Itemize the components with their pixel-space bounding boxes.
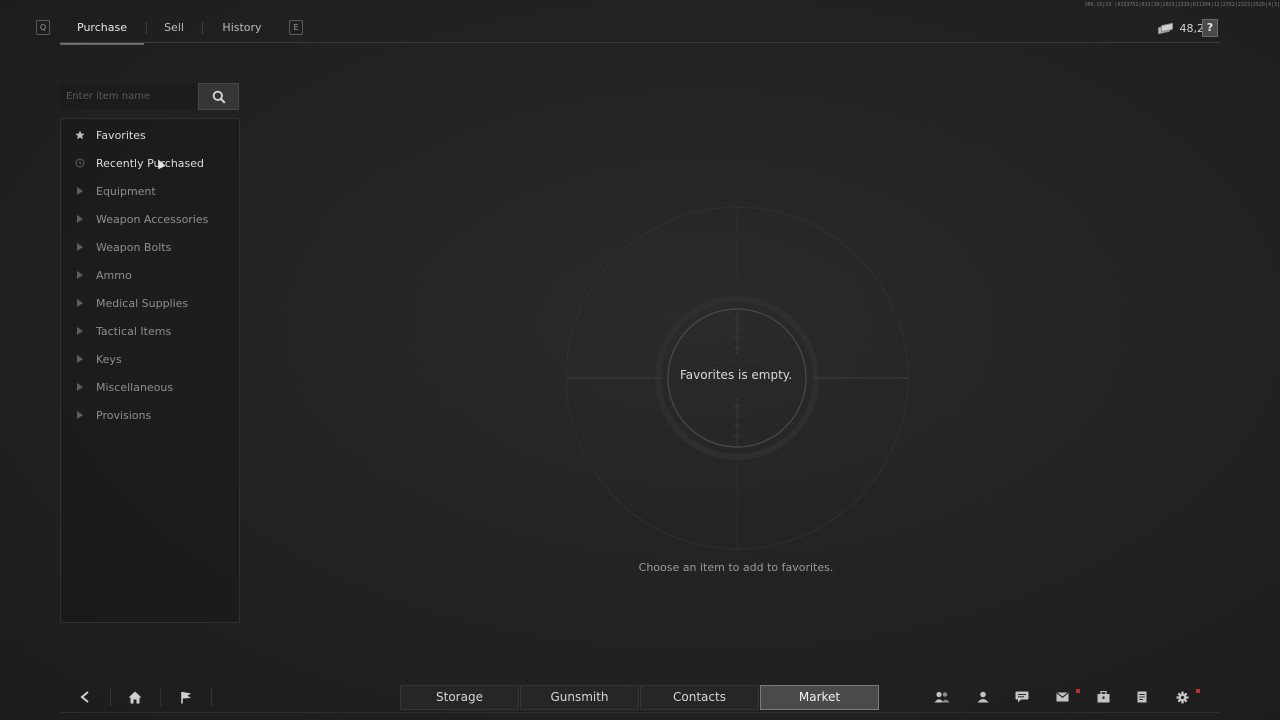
category-keys[interactable]: Keys	[61, 345, 239, 373]
tab-purchase[interactable]: Purchase	[60, 14, 144, 45]
category-label: Medical Supplies	[96, 296, 189, 310]
settings-notification-dot	[1196, 689, 1200, 693]
category-label: Equipment	[96, 184, 156, 198]
mail-notification-dot	[1076, 689, 1080, 693]
back-button[interactable]	[65, 687, 105, 707]
key-hint-q: Q	[36, 20, 50, 35]
bottom-divider	[60, 712, 1220, 713]
search-button[interactable]	[198, 83, 239, 110]
category-weapon-bolts[interactable]: Weapon Bolts	[61, 233, 239, 261]
category-label: Ammo	[96, 268, 132, 282]
empty-state-hint: Choose an item to add to favorites.	[638, 561, 834, 574]
help-button[interactable]: ?	[1202, 19, 1218, 37]
hideout-button[interactable]	[166, 687, 206, 707]
expand-arrow-icon	[74, 353, 86, 365]
empty-state-title: Favorites is empty.	[679, 368, 793, 382]
category-tactical-items[interactable]: Tactical Items	[61, 317, 239, 345]
category-equipment[interactable]: Equipment	[61, 177, 239, 205]
category-label: Weapon Bolts	[96, 240, 172, 254]
chat-button[interactable]	[1003, 688, 1041, 706]
tab-sell[interactable]: Sell	[148, 14, 200, 42]
expand-arrow-icon	[74, 381, 86, 393]
category-panel: Favorites Recently Purchased Equipment W…	[60, 118, 240, 623]
home-icon	[128, 691, 142, 703]
back-arrow-icon	[80, 691, 89, 703]
notes-icon	[1137, 691, 1147, 703]
tab-contacts[interactable]: Contacts	[640, 685, 759, 710]
roubles-icon	[1157, 22, 1174, 35]
home-button[interactable]	[115, 687, 155, 707]
search-bar	[60, 83, 239, 110]
mail-icon	[1055, 692, 1069, 702]
top-bar: 100.15|13 |0153752|013|30|2023|2339|0113…	[0, 0, 1280, 46]
tab-storage[interactable]: Storage	[400, 685, 519, 710]
trading-button[interactable]	[1084, 688, 1122, 706]
friends-button[interactable]	[923, 688, 961, 706]
category-label: Favorites	[96, 128, 146, 142]
nav-divider	[110, 688, 111, 706]
nav-divider	[160, 688, 161, 706]
expand-arrow-icon	[74, 213, 86, 225]
expand-arrow-icon	[74, 409, 86, 421]
top-divider	[60, 42, 1220, 43]
category-favorites[interactable]: Favorites	[61, 121, 239, 149]
category-label: Miscellaneous	[96, 380, 174, 394]
category-medical-supplies[interactable]: Medical Supplies	[61, 289, 239, 317]
briefcase-icon	[1097, 691, 1109, 703]
expand-arrow-icon	[74, 325, 86, 337]
chat-icon	[1015, 691, 1029, 703]
expand-arrow-icon	[74, 241, 86, 253]
flag-icon	[181, 691, 191, 703]
profile-button[interactable]	[964, 688, 1002, 706]
tab-history[interactable]: History	[210, 14, 274, 42]
category-label: Keys	[96, 352, 122, 366]
search-input[interactable]	[60, 83, 197, 110]
tab-market[interactable]: Market	[760, 685, 879, 710]
nav-divider	[211, 688, 212, 706]
category-provisions[interactable]: Provisions	[61, 401, 239, 429]
tab-divider	[202, 22, 203, 34]
market-screen: 100.15|13 |0153752|013|30|2023|2339|0113…	[0, 0, 1280, 720]
ping-readout: 100.15|13 |0153752|013|30|2023|2339|0113…	[1084, 2, 1280, 8]
category-label: Recently Purchased	[96, 156, 205, 170]
expand-arrow-icon	[74, 269, 86, 281]
tab-gunsmith[interactable]: Gunsmith	[520, 685, 639, 710]
settings-icon	[1176, 691, 1188, 703]
category-label: Provisions	[96, 408, 152, 422]
profile-icon	[977, 691, 989, 703]
clock-icon	[74, 157, 86, 169]
key-hint-e: E	[289, 20, 303, 35]
category-label: Weapon Accessories	[96, 212, 209, 226]
category-ammo[interactable]: Ammo	[61, 261, 239, 289]
friends-icon	[934, 691, 950, 703]
category-miscellaneous[interactable]: Miscellaneous	[61, 373, 239, 401]
expand-arrow-icon	[74, 297, 86, 309]
expand-arrow-icon	[74, 185, 86, 197]
tab-divider	[146, 22, 147, 34]
search-icon	[212, 90, 226, 104]
star-icon	[74, 129, 86, 141]
category-weapon-accessories[interactable]: Weapon Accessories	[61, 205, 239, 233]
category-label: Tactical Items	[96, 324, 172, 338]
tasks-button[interactable]	[1123, 688, 1161, 706]
category-recently-purchased[interactable]: Recently Purchased	[61, 149, 239, 177]
